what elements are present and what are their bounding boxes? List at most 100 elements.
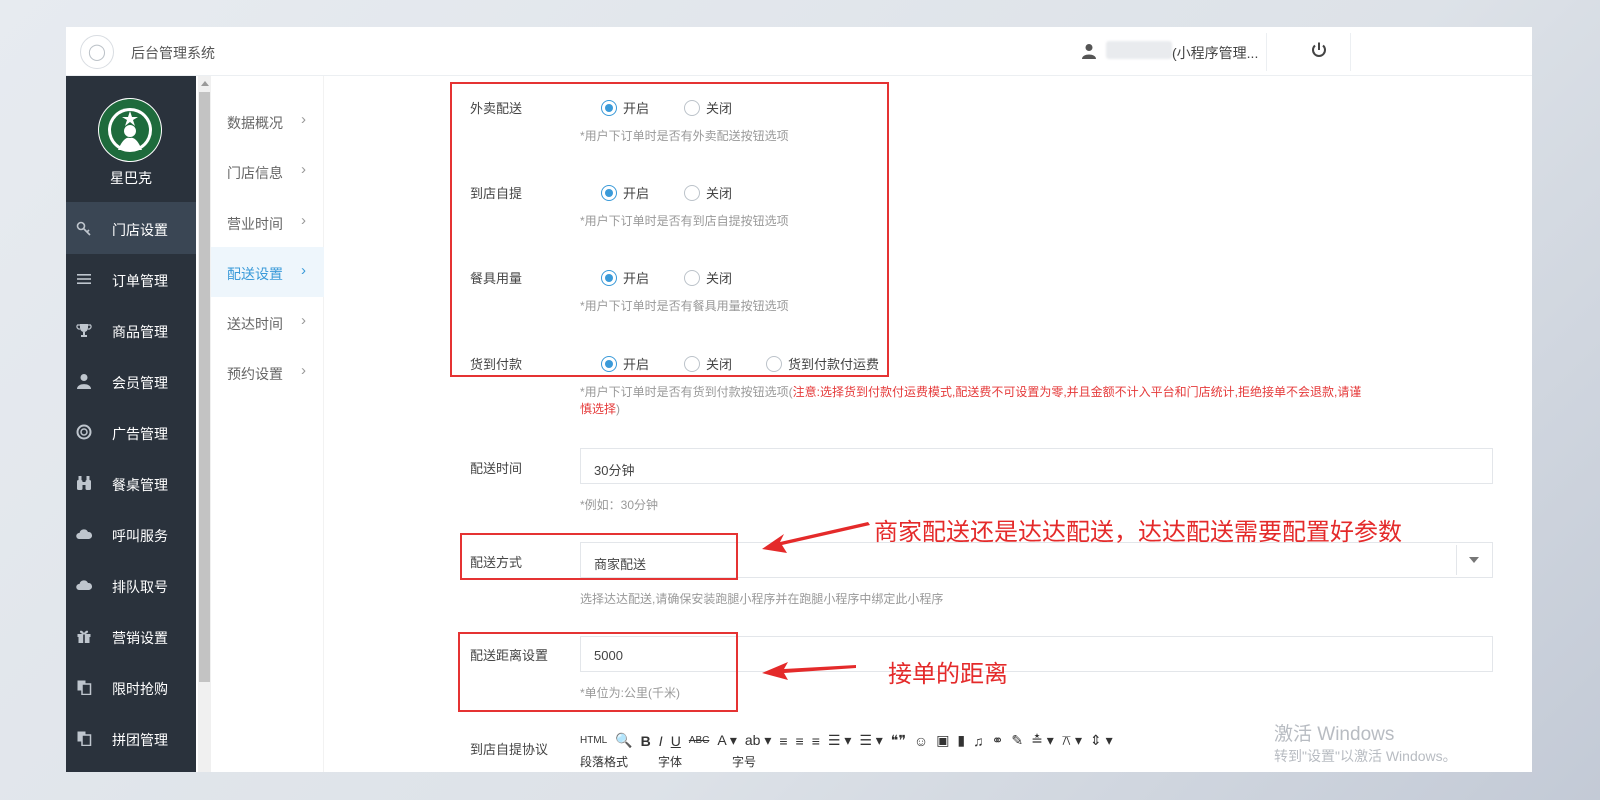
toolbar-font-color-button[interactable]: A ▾ xyxy=(717,732,736,749)
submenu-item-label: 预约设置 xyxy=(227,366,283,382)
sidebar-item-group-buy[interactable]: 拼团管理 xyxy=(66,712,196,764)
cod-hint-warning: 注意:选择货到付款付运费模式,配送费不可设置为零,并且金额不计入平台和门店统计,… xyxy=(792,385,1362,399)
toolbar-strikethrough-button[interactable]: ABC xyxy=(689,735,710,746)
annotation-text-method: 商家配送还是达达配送，达达配送需要配置好参数 xyxy=(874,518,1402,546)
chevron-down-icon[interactable] xyxy=(1469,557,1479,563)
submenu: 数据概况 › 门店信息 › 营业时间 › 配送设置 › 送达时间 › 预约设置 … xyxy=(211,76,324,772)
toolbar-align-left-icon[interactable]: ≡ xyxy=(779,733,787,749)
sidebar-item-products[interactable]: 商品管理 xyxy=(66,304,196,356)
sidebar-item-call-service[interactable]: 呼叫服务 xyxy=(66,508,196,560)
cod-hint-warning: 慎选择 xyxy=(580,402,617,416)
pickup-agreement-label: 到店自提协议 xyxy=(470,742,549,757)
scroll-up-icon[interactable] xyxy=(201,81,209,86)
sidebar-item-label: 商品管理 xyxy=(112,324,168,340)
toolbar-line-height-icon[interactable]: ≛ ▾ xyxy=(1031,732,1054,749)
toolbar-emoji-icon[interactable]: ☺ xyxy=(914,733,928,749)
cloud-icon xyxy=(76,580,92,590)
toolbar-eraser-icon[interactable]: ✎ xyxy=(1011,732,1023,749)
sidebar-item-label: 广告管理 xyxy=(112,426,168,442)
sidebar: 星巴克 门店设置 订单管理 商品管理 会员管理 广告管理 餐桌管理 呼叫服务 排… xyxy=(66,76,196,772)
user-icon xyxy=(1082,44,1096,59)
sidebar-item-label: 排队取号 xyxy=(112,579,168,595)
sidebar-item-label: 拼团管理 xyxy=(112,732,168,748)
toolbar-html-button[interactable]: HTML xyxy=(580,735,607,746)
sidebar-item-marketing[interactable]: 营销设置 xyxy=(66,610,196,662)
toolbar-align-center-icon[interactable]: ≡ xyxy=(796,733,804,749)
chevron-right-icon: › xyxy=(301,312,306,329)
binoculars-icon xyxy=(77,476,91,490)
submenu-item-overview[interactable]: 数据概况 › xyxy=(211,96,324,146)
sidebar-item-ads[interactable]: 广告管理 xyxy=(66,406,196,458)
copy-icon xyxy=(77,680,92,695)
delivery-time-hint: *例如：30分钟 xyxy=(580,498,659,512)
delivery-time-label: 配送时间 xyxy=(470,461,523,476)
toolbar-font-family-select[interactable]: 字体 xyxy=(658,753,682,770)
toolbar-paragraph-format-select[interactable]: 段落格式 xyxy=(580,753,628,770)
submenu-item-reservation[interactable]: 预约设置 › xyxy=(211,347,324,397)
sidebar-item-tables[interactable]: 餐桌管理 xyxy=(66,457,196,509)
toolbar-align-right-icon[interactable]: ≡ xyxy=(812,733,820,749)
toolbar-link-icon[interactable]: ⚭ xyxy=(992,732,1004,749)
activation-watermark-hint: 转到"设置"以激活 Windows。 xyxy=(1274,748,1457,764)
chevron-right-icon: › xyxy=(301,362,306,379)
annotation-box-delivery-distance xyxy=(458,632,738,712)
chevron-right-icon: › xyxy=(301,111,306,128)
toolbar-search-icon[interactable]: 🔍 xyxy=(615,732,632,749)
toolbar-row-spacing-icon[interactable]: ⇕ ▾ xyxy=(1090,732,1113,749)
power-icon[interactable] xyxy=(1310,41,1328,59)
submenu-item-label: 送达时间 xyxy=(227,316,283,332)
sidebar-item-label: 餐桌管理 xyxy=(112,477,168,493)
submenu-item-delivery-settings[interactable]: 配送设置 › xyxy=(211,247,324,297)
cloud-icon xyxy=(76,529,92,539)
delivery-time-input[interactable]: 30分钟 xyxy=(580,448,1493,484)
store-logo xyxy=(98,98,162,162)
annotation-box-toggles xyxy=(450,82,889,377)
store-name: 星巴克 xyxy=(110,170,152,186)
toolbar-paragraph-spacing-icon[interactable]: ⚻ ▾ xyxy=(1062,732,1082,749)
toolbar-quote-icon[interactable]: ❝❞ xyxy=(891,732,906,749)
sidebar-item-label: 营销设置 xyxy=(112,630,168,646)
trophy-icon xyxy=(76,324,92,337)
toolbar-music-icon[interactable]: ♫ xyxy=(973,733,984,749)
toolbar-underline-button[interactable]: U xyxy=(671,733,681,749)
top-bar: ◯ 后台管理系统 (小程序管理... xyxy=(66,27,1532,76)
user-name[interactable]: (小程序管理... xyxy=(1172,43,1258,63)
cod-hint-text: *用户下订单时是否有货到付款按钮选项( xyxy=(580,385,793,399)
toolbar-unordered-list-icon[interactable]: ☰ ▾ xyxy=(859,732,882,749)
sidebar-scrollbar[interactable] xyxy=(198,76,211,772)
scrollbar-thumb[interactable] xyxy=(199,92,210,682)
sidebar-item-flash-sale[interactable]: 限时抢购 xyxy=(66,661,196,713)
rich-text-editor-toolbar: HTML 🔍 B I U ABC A ▾ ab ▾ ≡ ≡ ≡ ☰ ▾ ☰ ▾ … xyxy=(580,731,1280,771)
lifebuoy-icon xyxy=(76,424,92,440)
delivery-method-hint: 选择达达配送,请确保安装跑腿小程序并在跑腿小程序中绑定此小程序 xyxy=(580,592,944,606)
activation-watermark-title: 激活 Windows xyxy=(1274,724,1395,745)
toolbar-ordered-list-icon[interactable]: ☰ ▾ xyxy=(828,732,851,749)
submenu-item-label: 营业时间 xyxy=(227,216,283,232)
chevron-right-icon: › xyxy=(301,161,306,178)
sidebar-item-queue[interactable]: 排队取号 xyxy=(66,559,196,611)
toolbar-image-icon[interactable]: ▣ xyxy=(936,732,949,749)
submenu-item-arrival-time[interactable]: 送达时间 › xyxy=(211,297,324,347)
cod-hint-text: ) xyxy=(616,402,621,416)
cod-hint: *用户下订单时是否有货到付款按钮选项(注意:选择货到付款付运费模式,配送费不可设… xyxy=(580,384,1400,418)
annotation-text-distance: 接单的距离 xyxy=(888,660,1008,688)
gift-icon xyxy=(77,630,91,643)
sidebar-item-store-settings[interactable]: 门店设置 xyxy=(66,202,196,254)
annotation-arrow-method xyxy=(762,522,870,553)
submenu-item-hours[interactable]: 营业时间 › xyxy=(211,197,324,247)
submenu-item-store-info[interactable]: 门店信息 › xyxy=(211,146,324,196)
sidebar-item-label: 会员管理 xyxy=(112,375,168,391)
app-logo: ◯ xyxy=(80,35,114,69)
sidebar-item-label: 限时抢购 xyxy=(112,681,168,697)
submenu-item-label: 配送设置 xyxy=(227,266,283,282)
sidebar-item-orders[interactable]: 订单管理 xyxy=(66,253,196,305)
toolbar-highlight-button[interactable]: ab ▾ xyxy=(745,732,772,749)
select-divider xyxy=(1456,545,1457,575)
divider xyxy=(1350,33,1351,71)
toolbar-bold-button[interactable]: B xyxy=(641,733,651,749)
copy-icon xyxy=(77,731,92,746)
toolbar-video-icon[interactable]: ▮ xyxy=(957,732,965,749)
toolbar-font-size-select[interactable]: 字号 xyxy=(732,753,756,770)
sidebar-item-members[interactable]: 会员管理 xyxy=(66,355,196,407)
toolbar-italic-button[interactable]: I xyxy=(659,733,663,749)
